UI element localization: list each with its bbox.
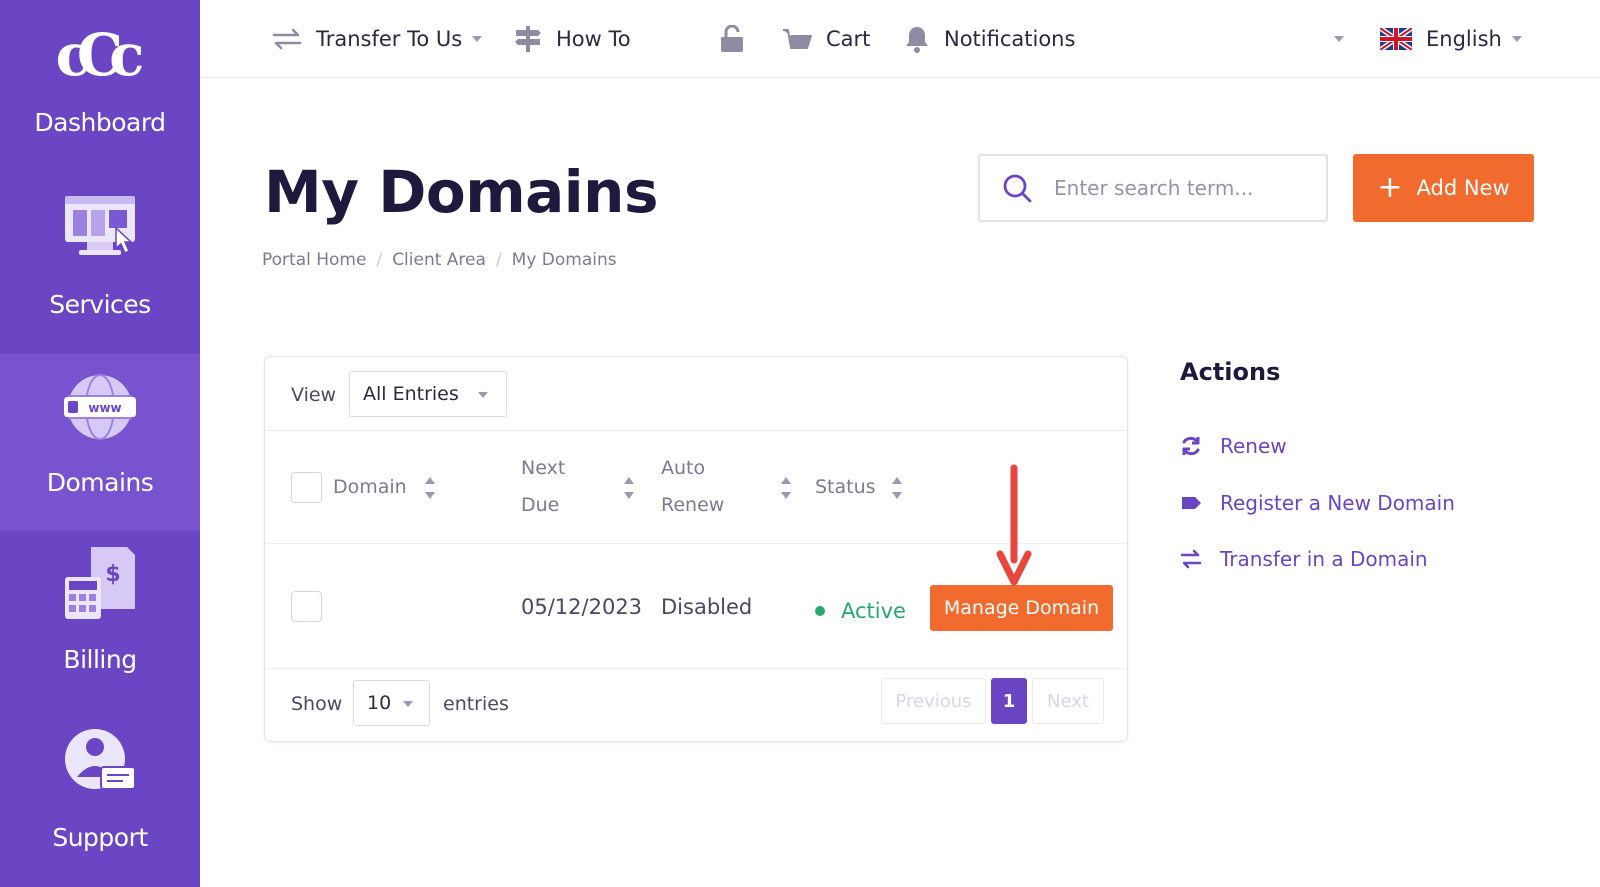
column-header-auto-renew[interactable]: Auto bbox=[661, 450, 705, 487]
action-register-label: Register a New Domain bbox=[1220, 491, 1455, 515]
breadcrumb-separator: / bbox=[495, 250, 502, 270]
column-header-status[interactable]: Status bbox=[815, 469, 876, 506]
pagination: Previous 1 Next bbox=[881, 678, 1104, 724]
login-lock[interactable] bbox=[720, 0, 758, 78]
chevron-down-icon bbox=[472, 36, 483, 42]
sidebar-item-label: Support bbox=[52, 823, 148, 853]
nav-cart-label: Cart bbox=[826, 27, 871, 51]
top-navbar: Transfer To Us How To Cart Notifications bbox=[200, 0, 1600, 78]
search-input[interactable] bbox=[1054, 176, 1314, 200]
annotation-arrow-icon bbox=[996, 464, 1032, 586]
sidebar: cCc Dashboard Services www Domains $ Bil… bbox=[0, 0, 200, 887]
transfer-icon bbox=[272, 28, 302, 50]
sidebar-item-services[interactable]: Services bbox=[0, 176, 200, 354]
manage-domain-button[interactable]: Manage Domain bbox=[930, 585, 1113, 631]
pagination-next-button[interactable]: Next bbox=[1032, 678, 1104, 724]
svg-text:www: www bbox=[88, 401, 121, 415]
sort-icon[interactable] bbox=[892, 477, 902, 499]
chevron-down-icon bbox=[478, 392, 488, 398]
action-transfer-domain[interactable]: Transfer in a Domain bbox=[1180, 547, 1428, 571]
search-box bbox=[978, 154, 1328, 222]
support-icon bbox=[65, 729, 136, 791]
sidebar-item-label: Services bbox=[49, 289, 151, 319]
add-new-label: Add New bbox=[1416, 176, 1510, 200]
nav-transfer-label: Transfer To Us bbox=[316, 27, 463, 51]
transfer-icon bbox=[1180, 549, 1202, 569]
breadcrumb-my-domains: My Domains bbox=[511, 250, 617, 270]
nav-notifications[interactable]: Notifications bbox=[904, 0, 1075, 78]
tag-icon bbox=[1182, 497, 1201, 509]
column-header-next-due[interactable]: Next bbox=[521, 450, 565, 487]
auto-renew-cell: Disabled bbox=[661, 595, 753, 619]
nav-cart[interactable]: Cart bbox=[782, 0, 870, 78]
sidebar-item-support[interactable]: Support bbox=[0, 709, 200, 887]
action-transfer-label: Transfer in a Domain bbox=[1220, 547, 1428, 571]
status-badge: Active bbox=[815, 599, 906, 623]
services-icon bbox=[65, 195, 135, 255]
nav-transfer-to-us[interactable]: Transfer To Us bbox=[272, 0, 483, 78]
uk-flag-icon bbox=[1380, 28, 1412, 50]
lock-icon bbox=[721, 25, 743, 52]
page-length-value: 10 bbox=[367, 692, 392, 714]
billing-icon: $ bbox=[65, 547, 135, 620]
breadcrumb-client-area[interactable]: Client Area bbox=[392, 250, 486, 270]
view-filter-value: All Entries bbox=[363, 383, 459, 405]
breadcrumb: Portal Home / Client Area / My Domains bbox=[262, 250, 617, 270]
page-length-select[interactable]: 10 bbox=[353, 680, 430, 726]
chevron-down-icon bbox=[1334, 36, 1344, 42]
nav-notifications-label: Notifications bbox=[944, 27, 1076, 51]
language-label: English bbox=[1426, 27, 1502, 51]
sort-icon[interactable] bbox=[624, 477, 634, 499]
search-icon bbox=[1003, 174, 1032, 203]
sidebar-item-label: Billing bbox=[63, 645, 137, 675]
sidebar-item-domains[interactable]: www Domains bbox=[0, 353, 200, 532]
entries-label: entries bbox=[443, 693, 509, 715]
breadcrumb-portal-home[interactable]: Portal Home bbox=[262, 250, 366, 270]
globe-www-icon: www bbox=[64, 373, 136, 440]
action-renew-label: Renew bbox=[1220, 434, 1287, 458]
column-header-auto-renew-line2[interactable]: Renew bbox=[661, 487, 724, 524]
row-checkbox[interactable] bbox=[291, 591, 322, 622]
action-renew[interactable]: Renew bbox=[1180, 434, 1287, 458]
view-filter-select[interactable]: All Entries bbox=[349, 371, 507, 417]
refresh-icon bbox=[1182, 436, 1200, 456]
actions-title: Actions bbox=[1180, 358, 1281, 386]
table-toolbar: View All Entries bbox=[265, 357, 1127, 431]
chevron-down-icon bbox=[403, 701, 413, 707]
sidebar-item-dashboard[interactable]: cCc Dashboard bbox=[0, 0, 200, 176]
column-header-next-due-line2[interactable]: Due bbox=[521, 487, 559, 524]
status-dot-icon bbox=[815, 606, 825, 616]
action-register-domain[interactable]: Register a New Domain bbox=[1180, 491, 1455, 515]
breadcrumb-separator: / bbox=[376, 250, 383, 270]
select-all-checkbox[interactable] bbox=[291, 472, 322, 503]
add-new-button[interactable]: + Add New bbox=[1353, 154, 1534, 222]
logo-icon: cCc bbox=[55, 21, 145, 89]
sort-icon[interactable] bbox=[425, 477, 435, 499]
svg-text:$: $ bbox=[105, 562, 120, 587]
column-header-domain[interactable]: Domain bbox=[333, 469, 407, 506]
plus-icon: + bbox=[1377, 170, 1403, 205]
signpost-icon bbox=[515, 26, 541, 52]
chevron-down-icon bbox=[1511, 36, 1522, 42]
language-selector[interactable]: English bbox=[1380, 0, 1522, 78]
show-label: Show bbox=[291, 693, 343, 715]
nav-how-to[interactable]: How To bbox=[514, 0, 631, 78]
next-due-cell: 05/12/2023 bbox=[521, 595, 643, 619]
view-label: View bbox=[291, 384, 337, 406]
sidebar-item-billing[interactable]: $ Billing bbox=[0, 531, 200, 709]
nav-howto-label: How To bbox=[556, 27, 631, 51]
page-title: My Domains bbox=[264, 158, 658, 226]
sort-icon[interactable] bbox=[781, 477, 791, 499]
sidebar-item-label: Dashboard bbox=[34, 108, 166, 137]
status-text: Active bbox=[841, 599, 906, 623]
pagination-page-1[interactable]: 1 bbox=[991, 678, 1027, 724]
sidebar-item-label: Domains bbox=[46, 467, 154, 497]
pagination-previous-button[interactable]: Previous bbox=[881, 678, 986, 724]
table-footer: Show 10 entries Previous 1 Next bbox=[265, 670, 1127, 742]
account-dropdown[interactable] bbox=[1324, 0, 1344, 78]
cart-icon bbox=[783, 29, 812, 49]
bell-icon bbox=[906, 27, 928, 53]
